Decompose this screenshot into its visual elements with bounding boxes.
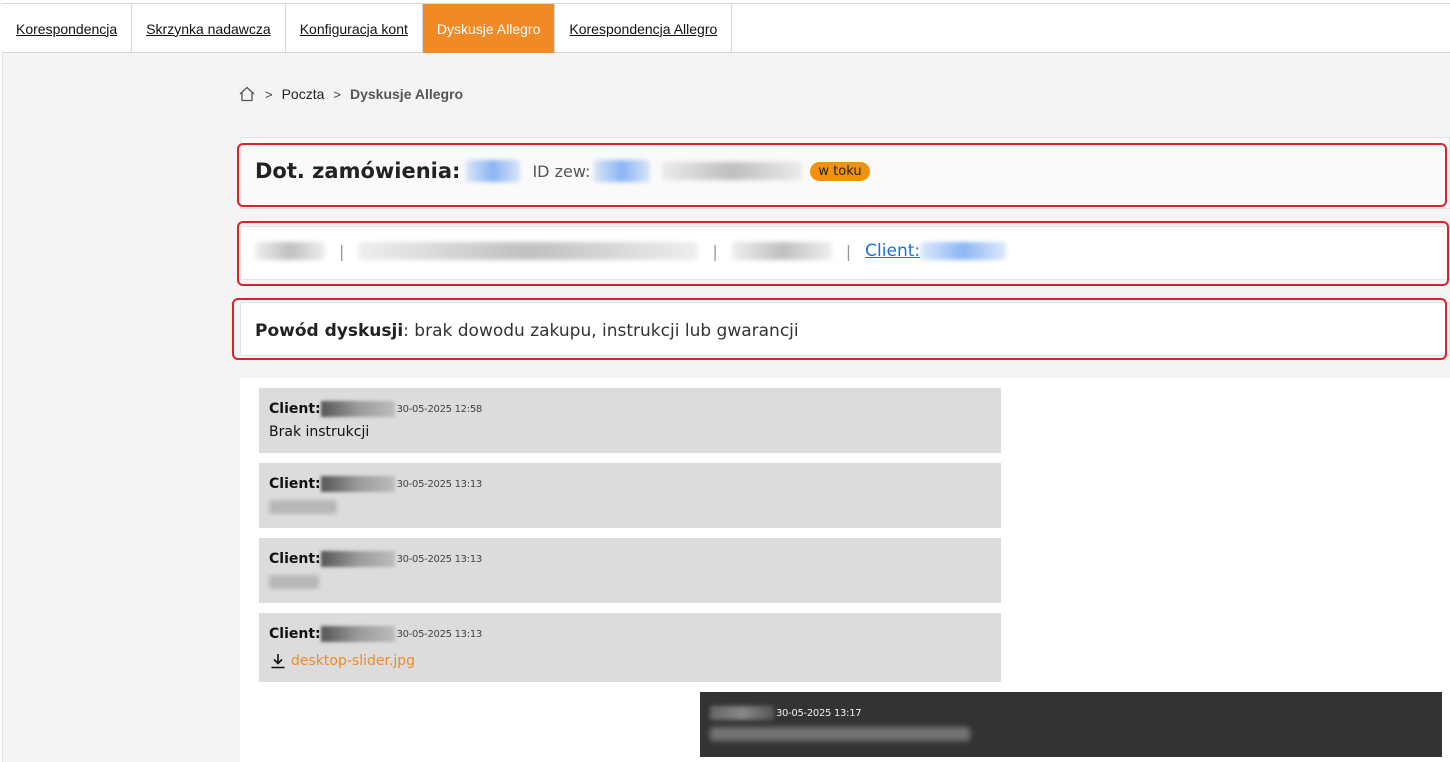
order-header-card: Dot. zamówienia: ID zew: w toku — [240, 137, 1450, 209]
download-icon — [271, 654, 285, 669]
divider: | — [845, 241, 852, 261]
top-tab-bar: Korespondencja Skrzynka nadawcza Konfigu… — [2, 3, 1450, 53]
message-body: desktop-slider.jpg — [269, 651, 991, 671]
message-item: Client: 30-05-2025 13:13 — [259, 538, 1001, 603]
reply-date: 30-05-2025 13:17 — [776, 707, 862, 719]
reply-text-redacted — [710, 727, 970, 741]
discussion-reason-card: Powód dyskusji: brak dowodu zakupu, inst… — [240, 302, 1450, 356]
message-item: Client: 30-05-2025 13:13 desktop-slider.… — [259, 613, 1001, 682]
attachment-filename[interactable]: desktop-slider.jpg — [291, 653, 415, 669]
message-date: 30-05-2025 13:13 — [396, 628, 483, 640]
message-body — [269, 497, 991, 517]
reason-label: Powód dyskusji — [255, 321, 404, 341]
home-icon[interactable] — [238, 85, 256, 103]
client-name-redacted — [255, 242, 325, 260]
message-author: Client: — [269, 626, 321, 642]
message-item: Client: 30-05-2025 12:58 Brak instrukcji — [259, 388, 1001, 453]
author-id-redacted — [320, 626, 395, 642]
message-date: 30-05-2025 12:58 — [396, 403, 483, 415]
order-title: Dot. zamówienia: — [255, 159, 461, 183]
contact-card: | | | Client: — [240, 226, 1450, 280]
client-login-redacted[interactable] — [920, 242, 1007, 260]
message-date: 30-05-2025 13:13 — [396, 478, 483, 490]
breadcrumb-item-poczta[interactable]: Poczta — [282, 86, 325, 102]
author-id-redacted — [320, 401, 395, 417]
message-text-redacted — [269, 500, 337, 514]
client-link[interactable]: Client: — [865, 241, 920, 261]
tab-korespondencja[interactable]: Korespondencja — [2, 4, 133, 53]
order-number-redacted[interactable] — [466, 160, 521, 182]
message-body: Brak instrukcji — [269, 424, 370, 440]
breadcrumb-item-current: Dyskusje Allegro — [350, 86, 464, 102]
divider: | — [712, 241, 718, 261]
messages-thread: Client: 30-05-2025 12:58 Brak instrukcji… — [240, 378, 1450, 762]
reason-text: : brak dowodu zakupu, instrukcji lub gwa… — [403, 321, 799, 341]
tab-konfiguracja-kont[interactable]: Konfiguracja kont — [286, 4, 423, 53]
client-phone-redacted — [731, 242, 832, 260]
tab-korespondencja-allegro[interactable]: Korespondencja Allegro — [555, 4, 733, 53]
message-text-redacted — [269, 575, 319, 589]
reply-message: 30-05-2025 13:17 — [700, 692, 1442, 757]
breadcrumb-separator: > — [265, 86, 273, 102]
external-id-label: ID zew: — [532, 161, 591, 181]
status-badge: w toku — [810, 161, 870, 181]
message-author: Client: — [269, 476, 321, 492]
message-item: Client: 30-05-2025 13:13 — [259, 463, 1001, 528]
attachment-link[interactable]: desktop-slider.jpg — [269, 652, 415, 670]
breadcrumb: > Poczta > Dyskusje Allegro — [238, 84, 463, 104]
author-id-redacted — [320, 551, 395, 567]
reply-author-redacted — [710, 706, 774, 720]
client-email-redacted — [358, 242, 699, 260]
order-date-redacted — [662, 162, 803, 180]
message-date: 30-05-2025 13:13 — [396, 553, 483, 565]
divider: | — [339, 241, 345, 261]
tab-skrzynka-nadawcza[interactable]: Skrzynka nadawcza — [132, 4, 286, 53]
external-id-redacted[interactable] — [594, 160, 651, 182]
tab-dyskusje-allegro[interactable]: Dyskusje Allegro — [422, 4, 556, 53]
message-author: Client: — [269, 551, 321, 567]
author-id-redacted — [320, 476, 395, 492]
breadcrumb-separator: > — [333, 86, 341, 102]
message-body — [269, 572, 991, 592]
message-author: Client: — [269, 401, 321, 417]
